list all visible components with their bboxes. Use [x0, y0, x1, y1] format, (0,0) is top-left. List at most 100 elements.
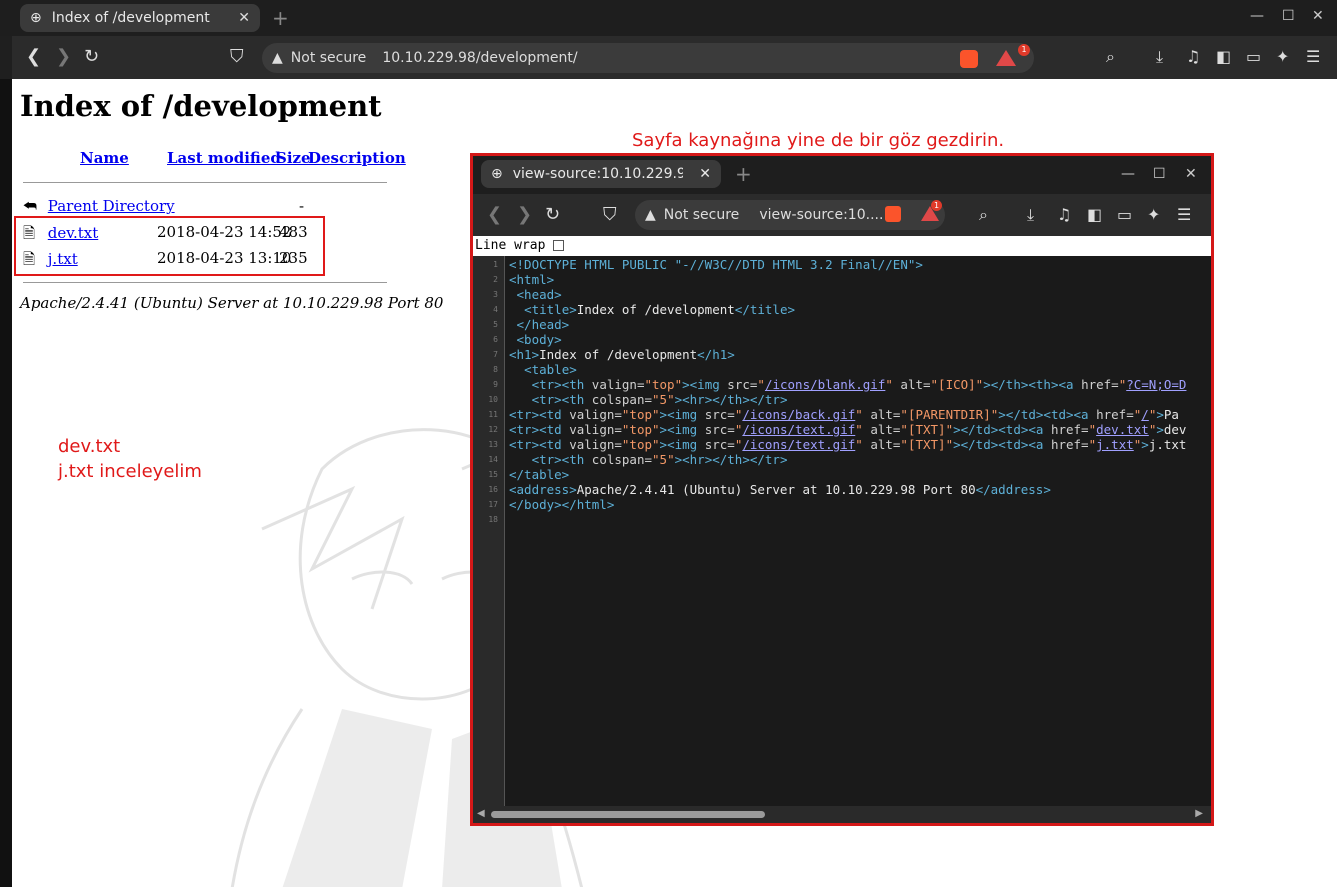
wallet-icon[interactable]: ▭	[1117, 205, 1132, 224]
scroll-right-icon[interactable]: ▶	[1195, 808, 1203, 819]
view-source-tab[interactable]: ⊕ view-source:10.10.229.98/ ✕	[481, 160, 721, 188]
back-folder-icon: ⮪	[23, 197, 37, 215]
line-number: 14	[488, 455, 498, 464]
reload-icon[interactable]: ↻	[84, 46, 99, 67]
leo-ai-icon[interactable]: ✦	[1147, 205, 1160, 224]
column-modified-link[interactable]: Last modified	[167, 149, 281, 167]
line-wrap-checkbox[interactable]	[553, 240, 565, 251]
not-secure-label[interactable]: Not secure	[291, 50, 367, 66]
rewards-badge: 1	[1018, 44, 1030, 56]
annotation-source: Sayfa kaynağına yine de bir göz gezdirin…	[632, 130, 1005, 151]
tab-title: view-source:10.10.229.98/	[512, 166, 683, 182]
brave-shields-icon[interactable]	[885, 206, 901, 222]
line-number: 12	[488, 425, 498, 434]
rewards-badge: 1	[931, 200, 942, 211]
not-secure-label[interactable]: Not secure	[664, 207, 740, 223]
new-tab-icon[interactable]: +	[735, 162, 752, 186]
forward-icon[interactable]: ❯	[517, 204, 532, 225]
scrollbar-thumb[interactable]	[491, 811, 765, 818]
source-view: Line wrap 1 2 3 4 5 6 7 8 9 10 11 12 13 14 15 16 17 18 <!…	[473, 236, 1211, 823]
line-number: 5	[493, 320, 498, 329]
minimize-icon[interactable]: —	[1121, 166, 1135, 182]
warning-icon: ▲	[645, 207, 656, 223]
line-number: 1	[493, 260, 498, 269]
server-address: Apache/2.4.41 (Ubuntu) Server at 10.10.2…	[20, 294, 444, 312]
page-title: Index of /development	[20, 89, 382, 123]
annotation-line: dev.txt	[58, 436, 121, 457]
bookmark-icon[interactable]: ⛉	[603, 204, 617, 225]
line-wrap-bar: Line wrap	[473, 236, 1211, 256]
leo-ai-icon[interactable]: ✦	[1276, 47, 1289, 66]
list-item: ⮪ Parent Directory -	[23, 197, 304, 215]
search-page-icon[interactable]: ⌕	[1106, 47, 1115, 67]
page-content: Index of /development Name Last modified…	[12, 79, 1337, 887]
column-size-link[interactable]: Size	[276, 149, 311, 167]
menu-icon[interactable]: ☰	[1177, 205, 1191, 224]
close-window-icon[interactable]: ✕	[1185, 166, 1197, 182]
parent-directory-link[interactable]: Parent Directory	[48, 197, 175, 215]
browser-toolbar: ❮ ❯ ↻ ⛉ ▲ Not secure 10.10.229.98/develo…	[12, 36, 1337, 79]
url-text[interactable]: view-source:10....	[759, 207, 883, 223]
separator	[23, 282, 387, 283]
line-wrap-label: Line wrap	[475, 238, 546, 253]
column-name-link[interactable]: Name	[80, 149, 129, 167]
browser-tab[interactable]: ⊕ Index of /development ✕	[20, 4, 260, 32]
line-number-gutter: 1 2 3 4 5 6 7 8 9 10 11 12 13 14 15 16 17 18	[473, 256, 505, 806]
line-number: 8	[493, 365, 498, 374]
line-number: 7	[493, 350, 498, 359]
close-tab-icon[interactable]: ✕	[699, 166, 711, 182]
menu-icon[interactable]: ☰	[1306, 47, 1320, 66]
line-number: 2	[493, 275, 498, 284]
left-edge-strip	[0, 79, 12, 887]
globe-icon: ⊕	[491, 166, 503, 182]
warning-icon: ▲	[272, 50, 283, 66]
line-number: 4	[493, 305, 498, 314]
line-number: 9	[493, 380, 498, 389]
annotation-files: dev.txt j.txt inceleyelim	[58, 434, 202, 484]
close-window-icon[interactable]: ✕	[1312, 8, 1324, 24]
minimize-icon[interactable]: —	[1250, 8, 1264, 24]
source-code[interactable]: <!DOCTYPE HTML PUBLIC "-//W3C//DTD HTML …	[509, 257, 1209, 797]
line-number: 13	[488, 440, 498, 449]
sidebar-icon[interactable]: ◧	[1216, 47, 1231, 66]
globe-icon: ⊕	[30, 10, 42, 26]
sidebar-icon[interactable]: ◧	[1087, 205, 1102, 224]
music-icon[interactable]: ♫	[1057, 205, 1071, 224]
back-icon[interactable]: ❮	[487, 204, 502, 225]
search-page-icon[interactable]: ⌕	[979, 205, 988, 225]
separator	[23, 182, 387, 183]
wallet-icon[interactable]: ▭	[1246, 47, 1261, 66]
brave-shields-icon[interactable]	[960, 50, 978, 68]
column-description-link[interactable]: Description	[308, 149, 406, 167]
maximize-icon[interactable]: ☐	[1153, 166, 1166, 182]
scroll-left-icon[interactable]: ◀	[477, 808, 485, 819]
line-number: 10	[488, 395, 498, 404]
size-value: -	[299, 197, 305, 215]
download-icon[interactable]: ⤓	[1156, 47, 1163, 67]
new-tab-icon[interactable]: +	[272, 6, 289, 30]
forward-icon[interactable]: ❯	[56, 46, 71, 67]
horizontal-scrollbar[interactable]: ◀ ▶	[473, 806, 1211, 823]
tab-bar: ⊕ Index of /development ✕ + — ☐ ✕	[0, 0, 1337, 36]
close-tab-icon[interactable]: ✕	[238, 10, 250, 26]
back-icon[interactable]: ❮	[26, 46, 41, 67]
line-number: 15	[488, 470, 498, 479]
line-number: 18	[488, 515, 498, 524]
maximize-icon[interactable]: ☐	[1282, 8, 1295, 24]
annotation-line: j.txt inceleyelim	[58, 461, 202, 482]
line-number: 16	[488, 485, 498, 494]
music-icon[interactable]: ♫	[1186, 47, 1200, 66]
line-number: 3	[493, 290, 498, 299]
view-source-window: ⊕ view-source:10.10.229.98/ ✕ + — ☐ ✕ ❮ …	[470, 153, 1214, 826]
reload-icon[interactable]: ↻	[545, 204, 560, 225]
view-source-toolbar: ❮ ❯ ↻ ⛉ ▲ Not secure view-source:10.... …	[473, 194, 1211, 236]
brave-rewards-icon[interactable]	[996, 50, 1016, 66]
bookmark-icon[interactable]: ⛉	[230, 46, 244, 67]
tab-title: Index of /development	[51, 10, 210, 26]
url-text[interactable]: 10.10.229.98/development/	[382, 50, 577, 66]
line-number: 11	[488, 410, 498, 419]
line-number: 17	[488, 500, 498, 509]
line-number: 6	[493, 335, 498, 344]
address-bar[interactable]: ▲ Not secure 10.10.229.98/development/	[262, 43, 1034, 73]
download-icon[interactable]: ⤓	[1027, 205, 1034, 225]
